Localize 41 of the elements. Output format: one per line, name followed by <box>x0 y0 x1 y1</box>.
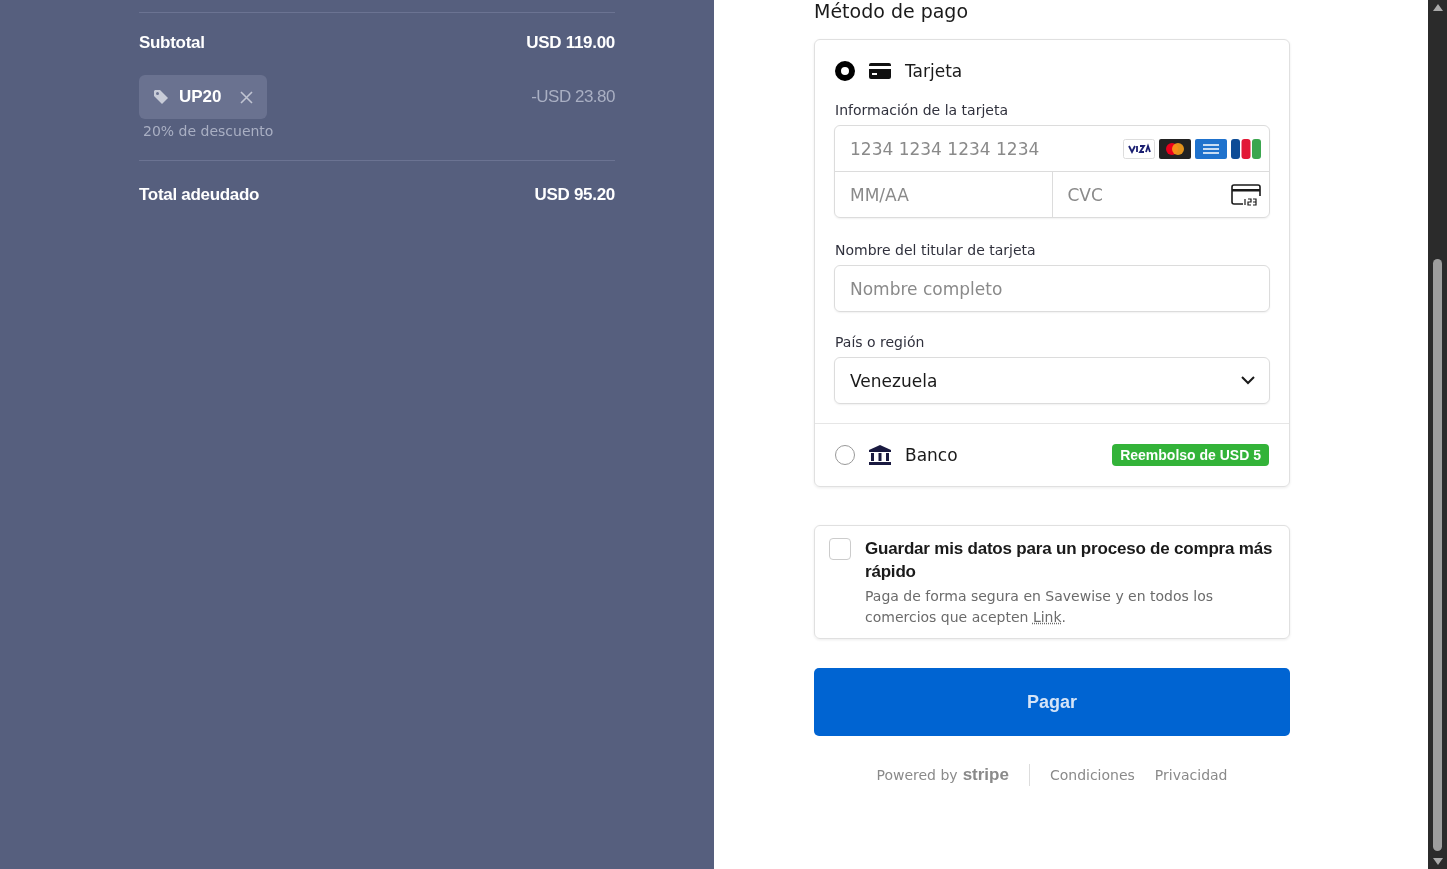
subtotal-label: Subtotal <box>139 33 205 53</box>
card-details-field[interactable]: 1234 1234 1234 1234 MM/AA CVC <box>834 125 1270 218</box>
save-info-title: Guardar mis datos para un proceso de compra más rápido <box>865 538 1274 583</box>
remove-button[interactable] <box>239 90 253 104</box>
link[interactable]: Link <box>1032 609 1062 625</box>
subtotal-amount: USD 119.00 <box>526 33 615 53</box>
scrollbar[interactable] <box>1428 0 1447 869</box>
field-label: Información de la tarjeta <box>835 102 1009 118</box>
section-title: Método de pago <box>814 0 970 24</box>
cardholder-name-input[interactable]: Nombre completo <box>835 278 1269 299</box>
credit-card-icon <box>869 63 891 79</box>
refund-badge: Reembolso de USD 5 <box>1112 444 1269 466</box>
save-info-description: Paga de forma segura en Savewise y en todos los comercios que acepten Link. <box>865 587 1215 627</box>
total-amount: USD 95.20 <box>534 185 615 205</box>
scroll-up-icon[interactable] <box>1432 4 1443 11</box>
chevron-down-icon <box>1241 376 1255 385</box>
field-label: País o región <box>835 334 926 350</box>
footer-link[interactable]: Privacidad <box>1154 767 1228 783</box>
promo-code: UP20 <box>179 87 222 107</box>
expiry-input[interactable]: MM/AA <box>835 184 1044 205</box>
checkbox[interactable] <box>829 538 851 560</box>
powered-by-text: Powered by <box>876 767 958 783</box>
method-label: Tarjeta <box>905 61 964 81</box>
discount-description: 20% de descuento <box>143 123 275 139</box>
discount-amount: -USD 23.80 <box>531 87 615 107</box>
total-label: Total adeudado <box>139 185 260 205</box>
pay-button[interactable]: Pagar <box>814 668 1290 736</box>
card-number-input[interactable]: 1234 1234 1234 1234 <box>835 138 1123 159</box>
method-label: Banco <box>905 445 959 465</box>
brand-logo: stripe <box>962 765 1009 785</box>
field-label: Nombre del titular de tarjeta <box>835 242 1037 258</box>
bank-icon <box>869 445 891 465</box>
scroll-down-icon[interactable] <box>1432 858 1443 865</box>
cvc-card-icon <box>1231 183 1261 206</box>
tag-icon <box>153 89 169 105</box>
country-select[interactable]: Venezuela <box>834 357 1270 404</box>
radio-button[interactable] <box>835 61 855 81</box>
cvc-input[interactable]: CVC <box>1052 184 1231 205</box>
mastercard-logo-icon <box>1159 138 1191 159</box>
footer-link[interactable]: Condiciones <box>1049 767 1135 783</box>
cardholder-name-field[interactable]: Nombre completo <box>834 265 1270 312</box>
